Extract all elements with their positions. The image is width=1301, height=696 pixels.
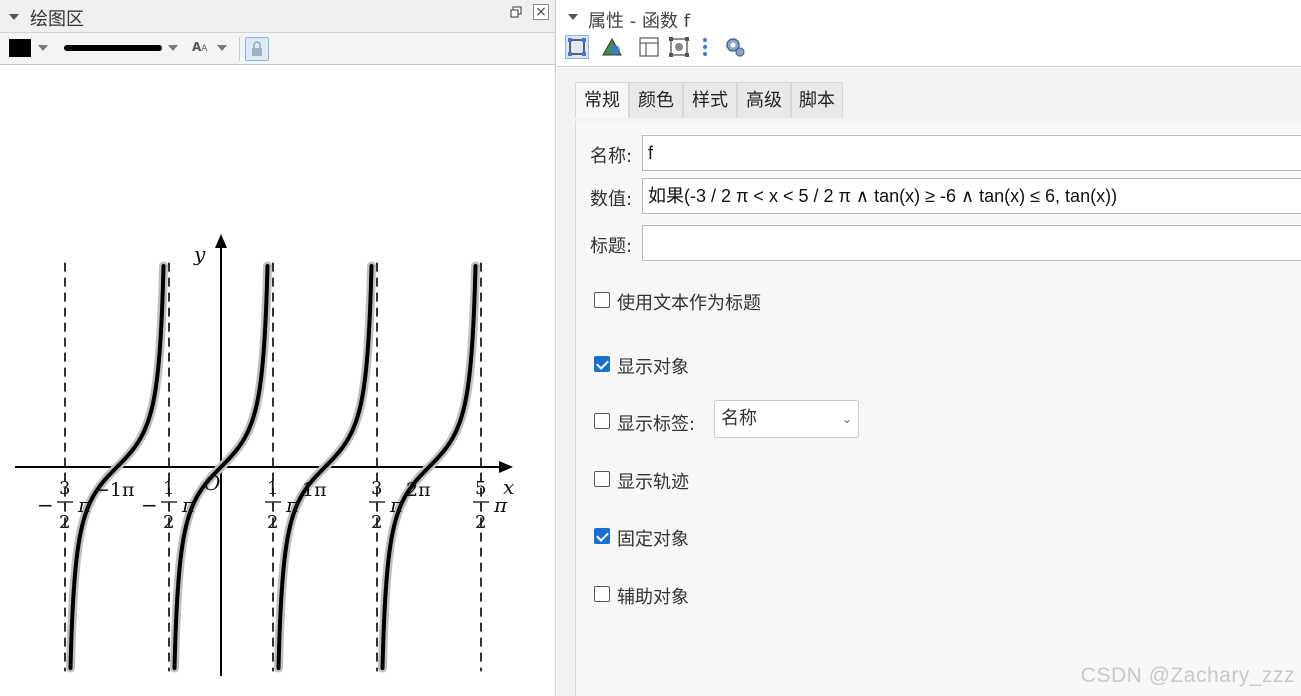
caption-label: 标题: [590, 236, 633, 257]
value-input[interactable]: 如果(-3 / 2 π < x < 5 / 2 π ∧ tan(x) ≥ -6 … [642, 178, 1301, 214]
show-object-checkbox[interactable] [594, 356, 610, 372]
color-swatch-button[interactable] [9, 39, 31, 57]
object-props-icon[interactable] [565, 35, 589, 59]
label-style-dropdown-arrow-icon[interactable] [217, 45, 227, 51]
show-trace-checkbox[interactable] [594, 471, 610, 487]
tab-basic[interactable]: 常规 [575, 82, 629, 118]
close-icon[interactable]: × [533, 4, 549, 20]
fix-object-checkbox[interactable] [594, 528, 610, 544]
x-tick-denominator: 2 [59, 512, 70, 533]
properties-panel: 属性 - 函数 f 常规 颜色 样式 高级 脚本 名称: f 数值: 如果(-3… [557, 0, 1301, 696]
tab-color[interactable]: 颜色 [629, 82, 683, 118]
x-tick-label: 2π [406, 479, 431, 501]
x-tick-pi: π [389, 493, 404, 517]
properties-titlebar: 属性 - 函数 f [557, 0, 1301, 33]
algebra-icon[interactable] [667, 35, 691, 59]
properties-title: 属性 - 函数 f [588, 11, 690, 32]
x-tick-numerator: 5 [475, 478, 486, 499]
fix-object-label: 固定对象 [617, 529, 689, 550]
x-tick-numerator: 3 [59, 478, 70, 499]
show-trace-label: 显示轨迹 [617, 472, 689, 493]
use-text-as-caption-label: 使用文本作为标题 [617, 293, 761, 314]
label-mode-select[interactable]: 名称 ⌄ [714, 400, 859, 438]
collapse-arrow-icon[interactable] [568, 14, 578, 20]
layout-icon[interactable] [637, 35, 661, 59]
x-tick-numerator: 3 [371, 478, 382, 499]
caption-input[interactable] [642, 225, 1301, 261]
auxiliary-object-checkbox[interactable] [594, 586, 610, 602]
x-tick-pi: π [77, 493, 92, 517]
more-icon[interactable] [697, 35, 721, 59]
chevron-down-icon: ⌄ [841, 412, 852, 426]
x-axis-arrow-icon [499, 461, 513, 473]
graph-canvas[interactable]: xyO−32π−1π−12π12π1π 32π2π 52π [0, 66, 555, 696]
graphics-icon[interactable] [600, 35, 624, 59]
label-mode-value: 名称 [721, 408, 757, 429]
collapse-arrow-icon[interactable] [9, 14, 19, 20]
graphics-style-toolbar: AA [0, 33, 555, 65]
x-tick-pi: π [285, 493, 300, 517]
lock-icon [252, 41, 262, 56]
auxiliary-object-label: 辅助对象 [617, 587, 689, 608]
x-tick-pi: π [181, 493, 196, 517]
x-tick-label: 1π [302, 479, 327, 501]
show-label-label: 显示标签: [617, 414, 696, 435]
x-tick-denominator: 2 [163, 512, 174, 533]
graphics-view-panel: 绘图区 × AA x y O −3 2 π −1π −1 2 π 1 2 π 1π 3 2 π 2π 5 2 π [0, 0, 556, 696]
x-tick-sign: − [37, 493, 54, 517]
x-tick-denominator: 2 [267, 512, 278, 533]
name-input[interactable]: f [642, 135, 1301, 171]
x-tick-pi: π [493, 493, 508, 517]
tab-content-basic: 名称: f 数值: 如果(-3 / 2 π < x < 5 / 2 π ∧ ta… [575, 121, 1301, 696]
restore-window-icon[interactable] [510, 6, 522, 18]
use-text-as-caption-checkbox[interactable] [594, 292, 610, 308]
x-tick-numerator: 1 [267, 478, 278, 499]
x-tick-sign: − [141, 493, 158, 517]
tab-scripting[interactable]: 脚本 [791, 82, 843, 118]
x-tick-label: −1π [94, 479, 135, 501]
line-style-button[interactable] [64, 45, 162, 51]
show-label-checkbox[interactable] [594, 413, 610, 429]
graphics-view-title: 绘图区 [30, 9, 84, 30]
value-label: 数值: [590, 189, 633, 210]
x-tick-denominator: 2 [475, 512, 486, 533]
x-tick-numerator: 1 [163, 478, 174, 499]
properties-body: 常规 颜色 样式 高级 脚本 名称: f 数值: 如果(-3 / 2 π < x… [557, 68, 1301, 696]
properties-toolbar [557, 33, 1301, 67]
graphics-view-titlebar: 绘图区 × [0, 0, 555, 33]
y-axis-label: y [193, 242, 206, 266]
origin-label: O [204, 471, 220, 495]
y-axis-arrow-icon [215, 234, 227, 248]
line-style-dropdown-arrow-icon[interactable] [168, 45, 178, 51]
tab-advanced[interactable]: 高级 [737, 82, 791, 118]
name-label: 名称: [590, 146, 633, 167]
tab-style[interactable]: 样式 [683, 82, 737, 118]
watermark: CSDN @Zachary_zzz [1080, 664, 1295, 687]
color-dropdown-arrow-icon[interactable] [38, 45, 48, 51]
label-style-icon[interactable]: AA [192, 40, 207, 54]
show-object-label: 显示对象 [617, 357, 689, 378]
tick-labels-layer: xyO−32π−1π−12π12π1π 32π2π 52π [37, 242, 514, 533]
settings-icon[interactable] [723, 35, 747, 59]
x-tick-denominator: 2 [371, 512, 382, 533]
toolbar-divider [239, 37, 240, 61]
lock-button[interactable] [245, 37, 269, 61]
